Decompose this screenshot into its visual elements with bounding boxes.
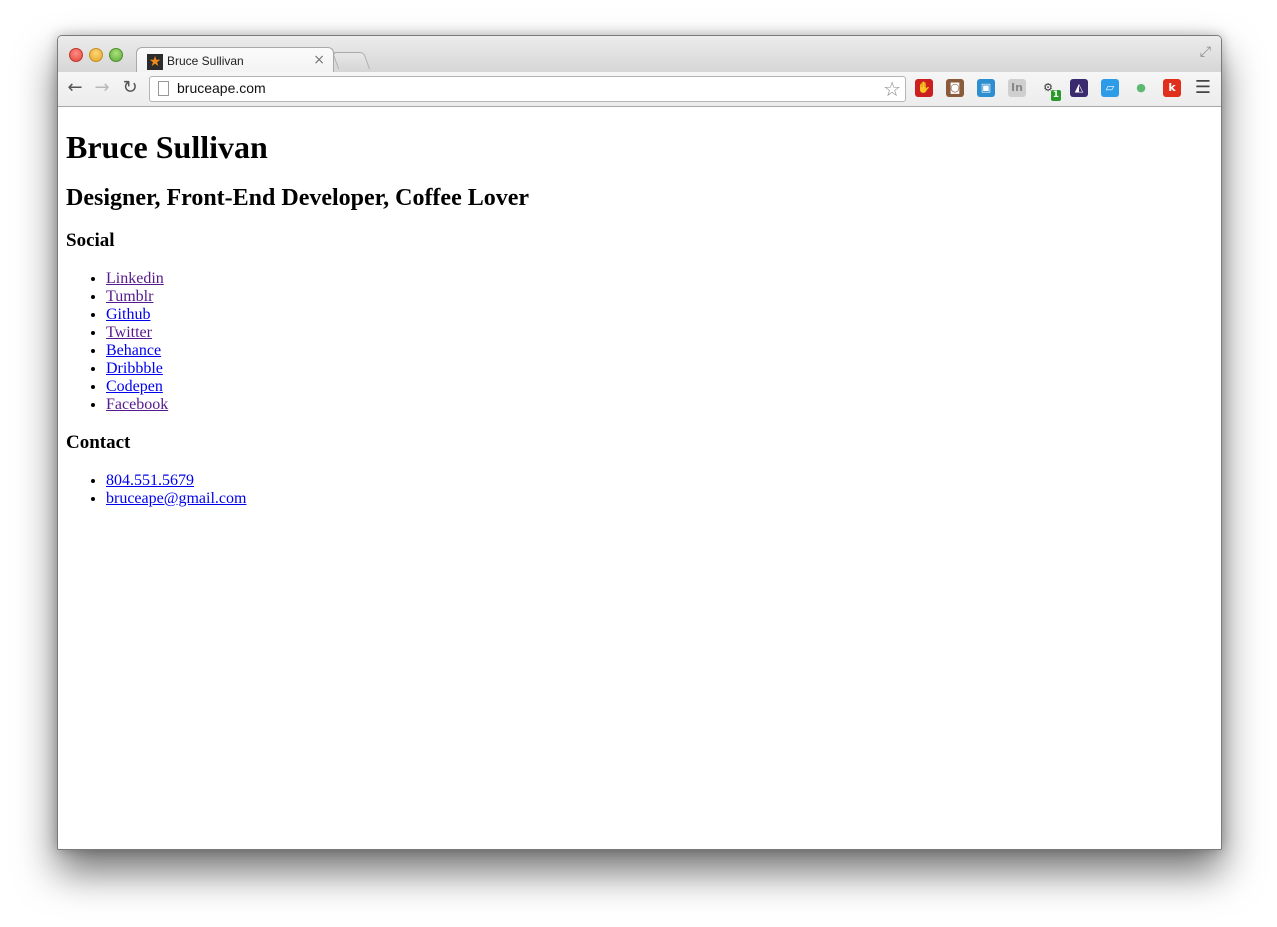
close-window-button[interactable]: [69, 48, 83, 62]
settings-icon[interactable]: ⚙ 1: [1039, 79, 1061, 101]
browser-toolbar: ← → ↻ bruceape.com ☆ ✋ ◙ ▣ In ⚙ 1 ◭ ▱ ● k ☰: [58, 72, 1221, 107]
page-tagline: Designer, Front-End Developer, Coffee Lo…: [66, 185, 530, 211]
list-item: bruceape@gmail.com: [106, 490, 529, 508]
list-item: 804.551.5679: [106, 472, 529, 490]
instagram-icon[interactable]: ◙: [946, 79, 964, 97]
zoom-icon[interactable]: ◭: [1070, 79, 1088, 97]
contact-link-bruceape-gmail-com[interactable]: bruceape@gmail.com: [106, 490, 246, 507]
fullscreen-icon[interactable]: ⤢: [1200, 44, 1211, 60]
tab-close-icon[interactable]: ×: [313, 52, 325, 68]
list-item: Codepen: [106, 378, 529, 396]
klout-icon[interactable]: k: [1163, 79, 1181, 97]
link-github[interactable]: Github: [106, 306, 150, 323]
tab-title: Bruce Sullivan: [167, 54, 244, 68]
invision-icon[interactable]: In: [1008, 79, 1026, 97]
contact-links-list: 804.551.5679bruceape@gmail.com: [66, 472, 529, 508]
adblock-icon[interactable]: ✋: [915, 79, 933, 97]
screenshot-icon[interactable]: ▣: [977, 79, 995, 97]
bookmark-star-icon[interactable]: ☆: [883, 77, 901, 101]
list-item: Behance: [106, 342, 529, 360]
list-item: Linkedin: [106, 270, 529, 288]
address-url[interactable]: bruceape.com: [177, 80, 266, 96]
browser-tab[interactable]: ★ Bruce Sullivan ×: [136, 47, 334, 74]
page-icon: [158, 81, 169, 96]
reload-icon[interactable]: ↻: [120, 78, 140, 98]
forward-arrow-icon[interactable]: →: [92, 78, 112, 98]
list-item: Tumblr: [106, 288, 529, 306]
page-title: Bruce Sullivan: [66, 129, 268, 165]
zoom-window-button[interactable]: [109, 48, 123, 62]
link-dribbble[interactable]: Dribbble: [106, 360, 163, 377]
list-item: Facebook: [106, 396, 529, 414]
list-item: Github: [106, 306, 529, 324]
contact-link-804-551-5679[interactable]: 804.551.5679: [106, 472, 194, 489]
page-content: Bruce Sullivan Designer, Front-End Devel…: [58, 107, 1221, 849]
hamburger-menu-icon[interactable]: ☰: [1195, 77, 1211, 98]
list-item: Twitter: [106, 324, 529, 342]
address-bar[interactable]: bruceape.com ☆: [149, 76, 906, 102]
title-bar: ★ Bruce Sullivan × ⤢: [58, 36, 1221, 74]
page-ruler-icon[interactable]: ▱: [1101, 79, 1119, 97]
star-favicon-icon: ★: [147, 54, 163, 70]
new-tab-button[interactable]: [331, 52, 371, 69]
link-facebook[interactable]: Facebook: [106, 396, 168, 413]
link-twitter[interactable]: Twitter: [106, 324, 152, 341]
back-arrow-icon[interactable]: ←: [65, 78, 85, 98]
browser-window: ★ Bruce Sullivan × ⤢ ← → ↻ bruceape.com …: [57, 35, 1222, 850]
link-linkedin[interactable]: Linkedin: [106, 270, 164, 287]
minimize-window-button[interactable]: [89, 48, 103, 62]
extension-badge: 1: [1050, 90, 1061, 101]
contact-heading: Contact: [66, 432, 131, 453]
list-item: Dribbble: [106, 360, 529, 378]
link-behance[interactable]: Behance: [106, 342, 161, 359]
social-heading: Social: [66, 230, 115, 251]
link-codepen[interactable]: Codepen: [106, 378, 163, 395]
evernote-icon[interactable]: ●: [1132, 79, 1150, 97]
social-links-list: LinkedinTumblrGithubTwitterBehanceDribbb…: [66, 270, 529, 414]
link-tumblr[interactable]: Tumblr: [106, 288, 153, 305]
